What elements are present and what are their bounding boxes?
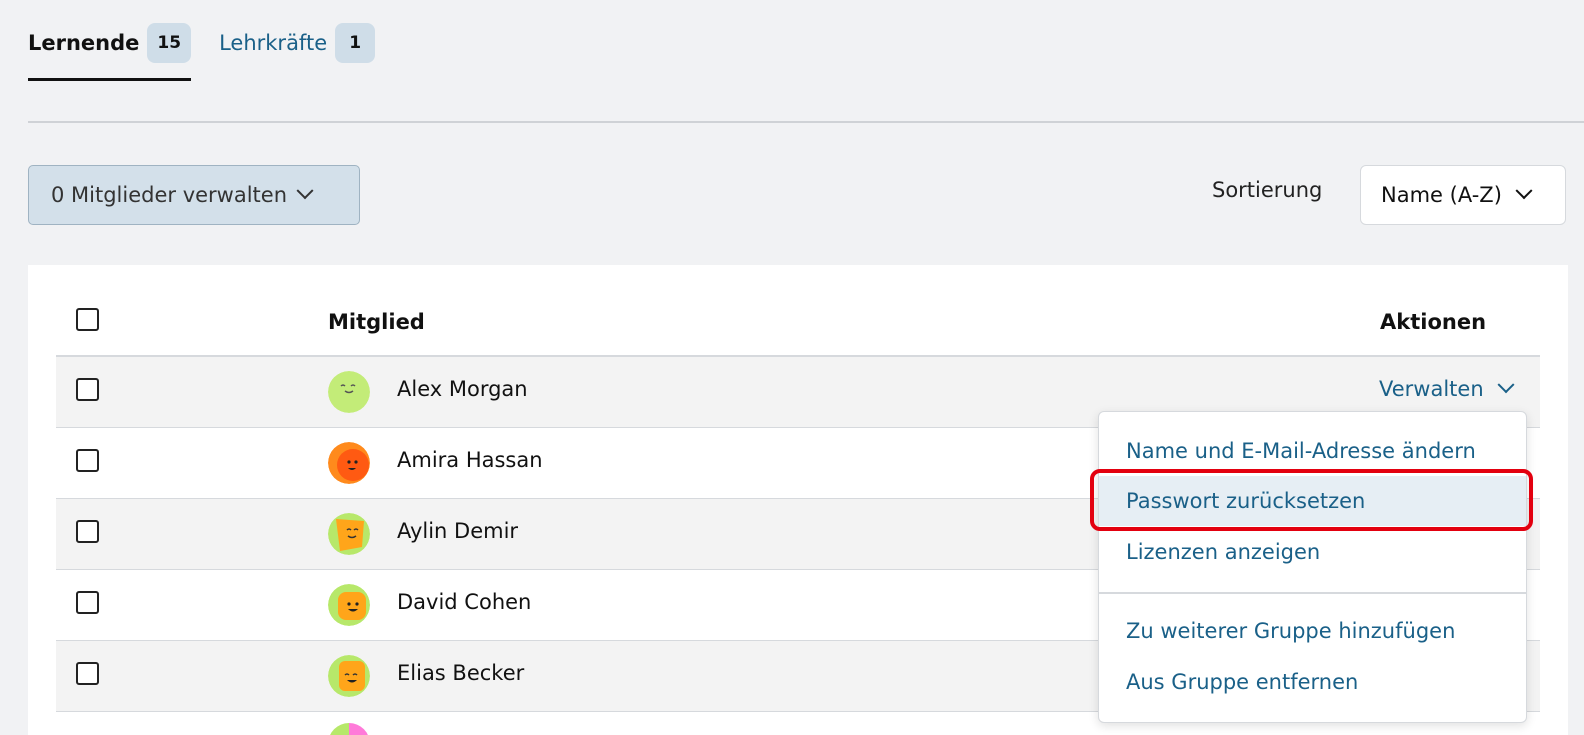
- avatar: [328, 371, 370, 413]
- row-checkbox[interactable]: [76, 378, 99, 401]
- row-manage-label: Verwalten: [1379, 377, 1484, 401]
- chevron-down-icon: [1497, 376, 1515, 394]
- menu-divider: [1099, 592, 1526, 594]
- menu-item-add-to-group[interactable]: Zu weiterer Gruppe hinzufügen: [1099, 606, 1526, 656]
- manage-members-label: 0 Mitglieder verwalten: [51, 183, 288, 207]
- tab-lernende[interactable]: Lernende 15: [28, 0, 192, 81]
- row-checkbox[interactable]: [76, 449, 99, 472]
- avatar: [328, 513, 370, 555]
- table-header: Mitglied Aktionen: [56, 295, 1540, 357]
- tab-lernende-label: Lernende: [28, 30, 140, 55]
- member-name: David Cohen: [397, 590, 532, 614]
- tab-lernende-count-badge: 15: [147, 22, 192, 63]
- member-name: Alex Morgan: [397, 377, 528, 401]
- column-header-member: Mitglied: [328, 310, 425, 334]
- column-header-actions: Aktionen: [1380, 310, 1487, 334]
- member-name: Aylin Demir: [397, 519, 519, 543]
- tab-lehrkraefte-count-badge: 1: [335, 22, 376, 63]
- sort-select-value: Name (A-Z): [1381, 183, 1502, 207]
- chevron-down-icon: [296, 182, 314, 200]
- avatar: [328, 442, 370, 484]
- row-checkbox[interactable]: [76, 662, 99, 685]
- avatar: [328, 655, 370, 697]
- tabs-divider: [28, 121, 1584, 123]
- menu-item-edit-name-email[interactable]: Name und E-Mail-Adresse ändern: [1099, 426, 1526, 476]
- member-name: Amira Hassan: [397, 448, 543, 472]
- sort-select[interactable]: Name (A-Z): [1360, 165, 1566, 225]
- menu-item-reset-password[interactable]: Passwort zurücksetzen: [1099, 476, 1526, 526]
- sort-label: Sortierung: [1212, 178, 1323, 202]
- select-all-checkbox[interactable]: [76, 308, 99, 331]
- menu-item-show-licenses[interactable]: Lizenzen anzeigen: [1099, 527, 1526, 577]
- menu-item-remove-from-group[interactable]: Aus Gruppe entfernen: [1099, 657, 1526, 707]
- tab-lehrkraefte[interactable]: Lehrkräfte 1: [219, 0, 376, 81]
- chevron-down-icon: [1515, 182, 1533, 200]
- member-tabs: Lernende 15 Lehrkräfte 1: [28, 0, 403, 81]
- row-manage-button[interactable]: Verwalten: [1379, 376, 1515, 401]
- tab-lehrkraefte-label: Lehrkräfte: [219, 30, 328, 55]
- manage-members-button[interactable]: 0 Mitglieder verwalten: [28, 165, 360, 225]
- member-name: Elias Becker: [397, 661, 525, 685]
- row-checkbox[interactable]: [76, 520, 99, 543]
- row-checkbox[interactable]: [76, 591, 99, 614]
- avatar: [328, 584, 370, 626]
- manage-dropdown-menu: Name und E-Mail-Adresse ändern Passwort …: [1098, 411, 1527, 723]
